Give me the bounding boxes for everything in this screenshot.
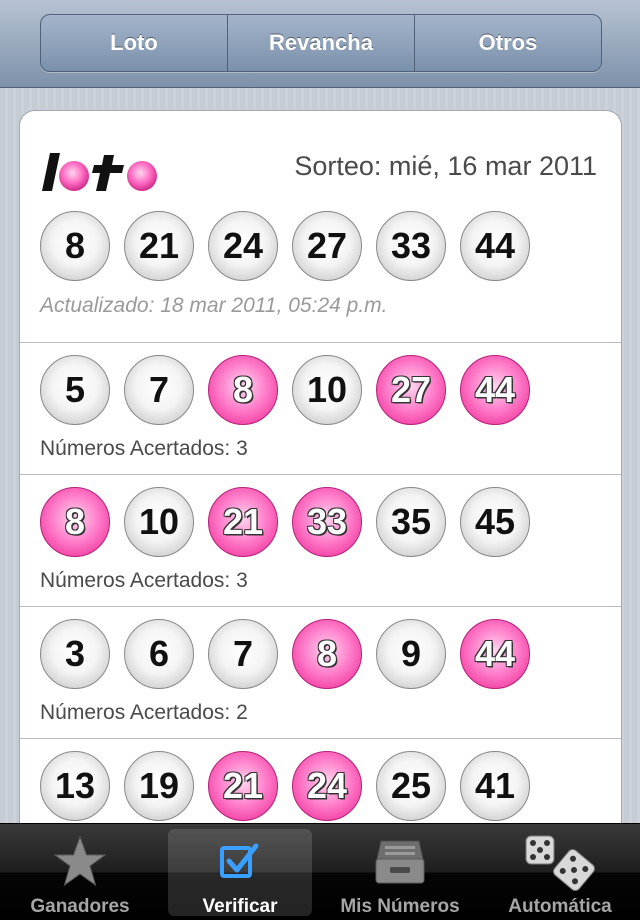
draw-ball: 24: [208, 211, 278, 281]
navigation-bar: Loto Revancha Otros: [0, 0, 640, 88]
tab-ganadores[interactable]: Ganadores: [0, 824, 160, 920]
ticket-ball: 44: [460, 355, 530, 425]
checkbox-icon: [218, 832, 262, 892]
ticket-ball: 24: [292, 751, 362, 821]
ticket-ball: 5: [40, 355, 110, 425]
matched-count-label: Números Acertados: 3: [40, 437, 248, 460]
draw-ball: 8: [40, 211, 110, 281]
draw-numbers: 8 21 24 27 33 44: [40, 211, 530, 281]
ticket-ball: 8: [208, 355, 278, 425]
segment-otros[interactable]: Otros: [415, 15, 601, 71]
ticket-numbers: 3 6 7 8 9 44: [40, 619, 530, 689]
ticket-row[interactable]: 3 6 7 8 9 44 Números Acertados: 2: [20, 607, 621, 739]
ticket-ball: 21: [208, 487, 278, 557]
ticket-ball: 3: [40, 619, 110, 689]
ticket-numbers: 5 7 8 10 27 44: [40, 355, 530, 425]
matched-count-label: Números Acertados: 2: [40, 701, 248, 724]
dice-icon: [522, 832, 598, 892]
draw-date-label: Sorteo: mié, 16 mar 2011: [294, 151, 597, 181]
draw-ball: 33: [376, 211, 446, 281]
ticket-ball: 9: [376, 619, 446, 689]
ticket-ball: 35: [376, 487, 446, 557]
tab-label: Ganadores: [30, 896, 130, 917]
ticket-row[interactable]: 5 7 8 10 27 44 Números Acertados: 3: [20, 343, 621, 475]
ticket-ball: 10: [124, 487, 194, 557]
ticket-row[interactable]: 8 10 21 33 35 45 Números Acertados: 3: [20, 475, 621, 607]
tab-label: Mis Números: [340, 896, 460, 917]
ticket-numbers: 8 10 21 33 35 45: [40, 487, 530, 557]
ticket-ball: 8: [40, 487, 110, 557]
ticket-row[interactable]: 13 19 21 24 25 41: [20, 739, 621, 823]
segment-revancha[interactable]: Revancha: [228, 15, 415, 71]
matched-count-label: Números Acertados: 3: [40, 569, 248, 592]
star-icon: [53, 832, 107, 892]
ticket-ball: 21: [208, 751, 278, 821]
loto-logo: [42, 153, 157, 191]
draw-ball: 27: [292, 211, 362, 281]
ticket-ball: 41: [460, 751, 530, 821]
inbox-tray-icon: [373, 832, 427, 892]
results-card: Sorteo: mié, 16 mar 2011 8 21 24 27 33 4…: [19, 110, 622, 823]
tab-label: Verificar: [202, 896, 278, 917]
ticket-ball: 33: [292, 487, 362, 557]
ticket-ball: 8: [292, 619, 362, 689]
draw-ball: 44: [460, 211, 530, 281]
ticket-ball: 44: [460, 619, 530, 689]
segment-loto[interactable]: Loto: [41, 15, 228, 71]
tab-automatica[interactable]: Automática: [480, 824, 640, 920]
ticket-ball: 25: [376, 751, 446, 821]
ticket-ball: 45: [460, 487, 530, 557]
ticket-ball: 19: [124, 751, 194, 821]
content-area: Sorteo: mié, 16 mar 2011 8 21 24 27 33 4…: [0, 88, 640, 823]
ticket-ball: 27: [376, 355, 446, 425]
draw-result-section: Sorteo: mié, 16 mar 2011 8 21 24 27 33 4…: [20, 111, 621, 343]
draw-ball: 21: [124, 211, 194, 281]
tab-bar: Ganadores Verificar Mis Números Automáti…: [0, 823, 640, 920]
ticket-ball: 10: [292, 355, 362, 425]
tab-label: Automática: [508, 896, 612, 917]
tab-verificar[interactable]: Verificar: [160, 824, 320, 920]
tab-mis-numeros[interactable]: Mis Números: [320, 824, 480, 920]
ticket-ball: 7: [208, 619, 278, 689]
updated-timestamp: Actualizado: 18 mar 2011, 05:24 p.m.: [40, 294, 388, 317]
ticket-ball: 7: [124, 355, 194, 425]
ticket-ball: 13: [40, 751, 110, 821]
ticket-numbers: 13 19 21 24 25 41: [40, 751, 530, 821]
game-segmented-control: Loto Revancha Otros: [40, 14, 602, 72]
ticket-ball: 6: [124, 619, 194, 689]
